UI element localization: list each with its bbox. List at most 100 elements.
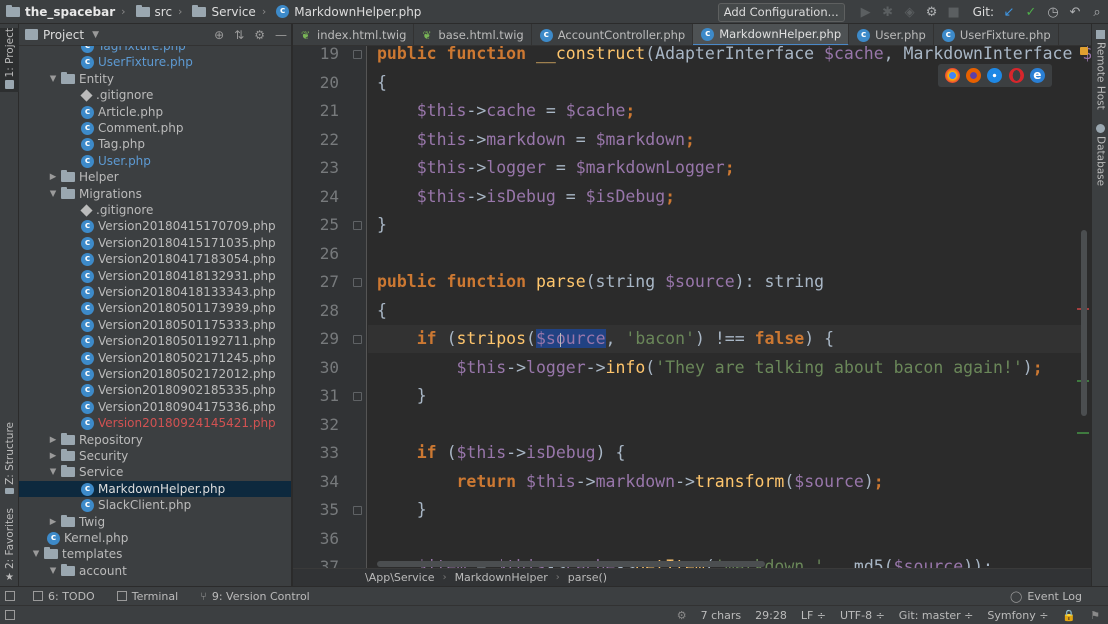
code-line[interactable]: $this->markdown = $markdown;: [377, 126, 695, 154]
lock-icon[interactable]: 🔒: [1062, 609, 1076, 622]
code-line[interactable]: }: [377, 496, 427, 524]
project-panel-title[interactable]: Project: [43, 28, 84, 42]
collapse-all-icon[interactable]: ⇅: [234, 28, 244, 42]
code-line[interactable]: $this->cache = $cache;: [377, 97, 636, 125]
caret-position[interactable]: 29:28: [755, 609, 787, 622]
tree-item[interactable]: c User.php: [19, 153, 291, 169]
tree-item[interactable]: c Version20180924145421.php: [19, 415, 291, 431]
tree-item[interactable]: ▶ Repository: [19, 432, 291, 448]
chevron-down-icon[interactable]: ▼: [47, 189, 59, 199]
fold-marker-icon[interactable]: [353, 392, 362, 401]
git-update-icon[interactable]: ↙: [998, 0, 1020, 24]
crumb-src[interactable]: src ›: [130, 0, 187, 24]
breadcrumb-namespace[interactable]: \App\Service: [365, 571, 435, 584]
add-configuration-button[interactable]: Add Configuration...: [717, 2, 845, 22]
crumb-service[interactable]: Service ›: [186, 0, 270, 24]
tree-item[interactable]: c Version20180418133343.php: [19, 284, 291, 300]
code-line[interactable]: if (stripos($source, 'bacon') !== false)…: [377, 325, 834, 353]
code-line[interactable]: public function parse(string $source): s…: [377, 268, 824, 296]
code-line[interactable]: {: [377, 69, 387, 97]
terminal-tool-button[interactable]: Terminal: [116, 590, 178, 603]
warning-status-icon[interactable]: [1080, 47, 1088, 55]
notifications-icon[interactable]: ⚑: [1090, 609, 1100, 622]
vcs-tool-button[interactable]: ⑂ 9: Version Control: [200, 590, 310, 603]
fold-marker-icon[interactable]: [353, 278, 362, 287]
breadcrumb-method[interactable]: parse(): [568, 571, 607, 584]
tool-windows-icon[interactable]: [5, 610, 15, 620]
tree-item[interactable]: c Article.php: [19, 104, 291, 120]
editor-tab[interactable]: c MarkdownHelper.php: [693, 24, 850, 45]
chevron-right-icon[interactable]: ▶: [47, 172, 59, 182]
edge-icon[interactable]: e: [1029, 68, 1045, 83]
editor-tab[interactable]: ❦ base.html.twig: [414, 24, 532, 45]
code-line[interactable]: $this->logger->info('They are talking ab…: [377, 354, 1042, 382]
crumb-file[interactable]: c MarkdownHelper.php: [270, 0, 425, 24]
coverage-icon[interactable]: ◈: [899, 0, 921, 24]
tree-item[interactable]: ▼ Migrations: [19, 186, 291, 202]
vertical-scrollbar[interactable]: [1081, 230, 1087, 416]
tree-item[interactable]: c Version20180418132931.php: [19, 268, 291, 284]
line-separator-select[interactable]: LF ÷: [801, 609, 826, 622]
tree-item[interactable]: ▶ Twig: [19, 514, 291, 530]
code-line[interactable]: $this->isDebug = $isDebug;: [377, 183, 675, 211]
tree-item[interactable]: c Tag.php: [19, 136, 291, 152]
tree-item[interactable]: c Version20180502172012.php: [19, 366, 291, 382]
profiler-icon[interactable]: ⚙: [921, 0, 943, 24]
opera-icon[interactable]: [1008, 68, 1024, 83]
change-stripe-marker[interactable]: [1077, 432, 1089, 434]
search-icon[interactable]: ⌕: [1086, 0, 1108, 24]
editor-tab[interactable]: c AccountController.php: [532, 24, 694, 45]
run-icon[interactable]: ▶: [855, 0, 877, 24]
chevron-right-icon[interactable]: ▶: [47, 435, 59, 445]
locate-icon[interactable]: ⊕: [214, 28, 224, 42]
code-line[interactable]: return $this->markdown->transform($sourc…: [377, 468, 883, 496]
tree-item[interactable]: .gitignore: [19, 202, 291, 218]
breadcrumb-class[interactable]: MarkdownHelper: [455, 571, 548, 584]
chevron-right-icon[interactable]: ▶: [47, 517, 59, 527]
code-editor[interactable]: 19 20 21 22 23 24 25 26 27 28 29 30 31 32 33 34 35 36 37 p…: [293, 46, 1091, 568]
history-icon[interactable]: ◷: [1042, 0, 1064, 24]
tree-item[interactable]: ▼ Entity: [19, 71, 291, 87]
fold-marker-icon[interactable]: [353, 506, 362, 515]
chevron-down-icon[interactable]: ▼: [47, 74, 59, 84]
tab-favorites-tool[interactable]: 2: Favorites ★: [0, 508, 19, 583]
editor-tab[interactable]: ❦ index.html.twig: [293, 24, 415, 45]
fold-marker-icon[interactable]: [353, 335, 362, 344]
chevron-down-icon[interactable]: ▼: [47, 566, 59, 576]
git-commit-icon[interactable]: ✓: [1020, 0, 1042, 24]
tab-structure-tool[interactable]: Z: Structure: [0, 422, 19, 494]
tree-item[interactable]: c Version20180502171245.php: [19, 350, 291, 366]
safari-icon[interactable]: [987, 68, 1003, 83]
tree-item[interactable]: c TagFixture.php: [19, 46, 291, 54]
hide-icon[interactable]: —: [275, 28, 287, 42]
editor-tab[interactable]: c User.php: [849, 24, 934, 45]
code-line[interactable]: }: [377, 211, 387, 239]
tree-item[interactable]: ▶ Security: [19, 448, 291, 464]
horizontal-scrollbar[interactable]: [377, 561, 765, 567]
stop-icon[interactable]: ■: [943, 0, 965, 24]
code-line[interactable]: $this->logger = $markdownLogger;: [377, 154, 735, 182]
gear-icon[interactable]: ⚙: [254, 28, 265, 42]
fold-marker-icon[interactable]: [353, 221, 362, 230]
tree-item[interactable]: c Version20180501175333.php: [19, 317, 291, 333]
chevron-down-icon[interactable]: ▼: [30, 549, 42, 559]
framework-select[interactable]: Symfony ÷: [987, 609, 1048, 622]
tree-item[interactable]: c UserFixture.php: [19, 54, 291, 70]
tree-item[interactable]: c Version20180417183054.php: [19, 251, 291, 267]
editor-tab[interactable]: c UserFixture.php: [934, 24, 1059, 45]
tab-project-tool[interactable]: 1: Project: [0, 28, 19, 92]
event-log-button[interactable]: ◯ Event Log: [1010, 587, 1082, 606]
tree-item[interactable]: ▼ account: [19, 563, 291, 579]
chevron-down-icon[interactable]: ▼: [92, 30, 99, 40]
tree-item[interactable]: c Version20180415171035.php: [19, 235, 291, 251]
code-line[interactable]: {: [377, 297, 387, 325]
fold-marker-icon[interactable]: [353, 50, 362, 59]
debug-icon[interactable]: ✱: [877, 0, 899, 24]
tree-item[interactable]: c MarkdownHelper.php: [19, 481, 291, 497]
revert-icon[interactable]: ↶: [1064, 0, 1086, 24]
todo-tool-button[interactable]: 6: TODO: [33, 590, 95, 603]
tree-item[interactable]: c Version20180904175336.php: [19, 399, 291, 415]
layout-toggle-icon[interactable]: [5, 591, 15, 601]
tree-item[interactable]: c Version20180902185335.php: [19, 382, 291, 398]
tree-item[interactable]: c Kernel.php: [19, 530, 291, 546]
